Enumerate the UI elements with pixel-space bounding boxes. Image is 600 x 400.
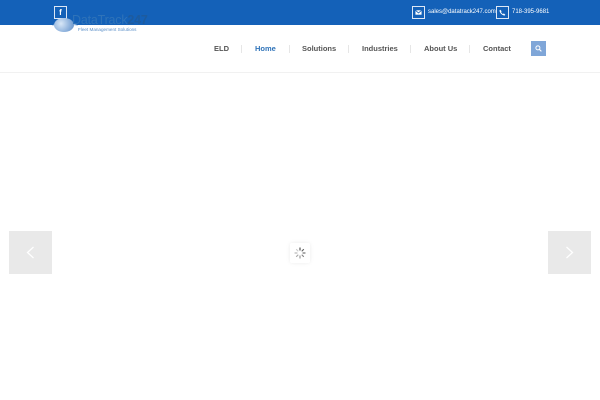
nav-divider xyxy=(410,45,411,53)
slider-prev-button[interactable] xyxy=(9,231,52,274)
nav-divider xyxy=(289,45,290,53)
search-button[interactable] xyxy=(531,41,546,56)
slider-next-button[interactable] xyxy=(548,231,591,274)
phone-link[interactable]: 718-395-9681 xyxy=(512,9,549,16)
globe-icon xyxy=(54,18,74,32)
loading-spinner xyxy=(290,243,310,263)
nav-item-industries[interactable]: Industries xyxy=(362,44,398,53)
nav-divider xyxy=(348,45,349,53)
phone-icon[interactable] xyxy=(496,6,509,19)
nav-divider xyxy=(469,45,470,53)
chevron-right-icon xyxy=(566,246,574,259)
nav-item-about-us[interactable]: About Us xyxy=(424,44,457,53)
nav-item-home[interactable]: Home xyxy=(255,44,276,53)
nav-item-solutions[interactable]: Solutions xyxy=(302,44,336,53)
search-icon xyxy=(535,45,542,52)
logo-tagline: Fleet Management Solutions xyxy=(78,27,137,32)
logo-wordmark: DataTrack247 xyxy=(72,13,148,27)
nav-item-contact[interactable]: Contact xyxy=(483,44,511,53)
chevron-left-icon xyxy=(26,246,34,259)
nav-divider xyxy=(241,45,242,53)
site-logo[interactable]: DataTrack247 Fleet Management Solutions xyxy=(52,13,148,37)
nav-item-eld[interactable]: ELD xyxy=(214,44,229,53)
mail-icon[interactable] xyxy=(412,6,425,19)
email-link[interactable]: sales@datatrack247.com xyxy=(428,9,496,16)
loading-spinner-icon xyxy=(294,247,306,259)
